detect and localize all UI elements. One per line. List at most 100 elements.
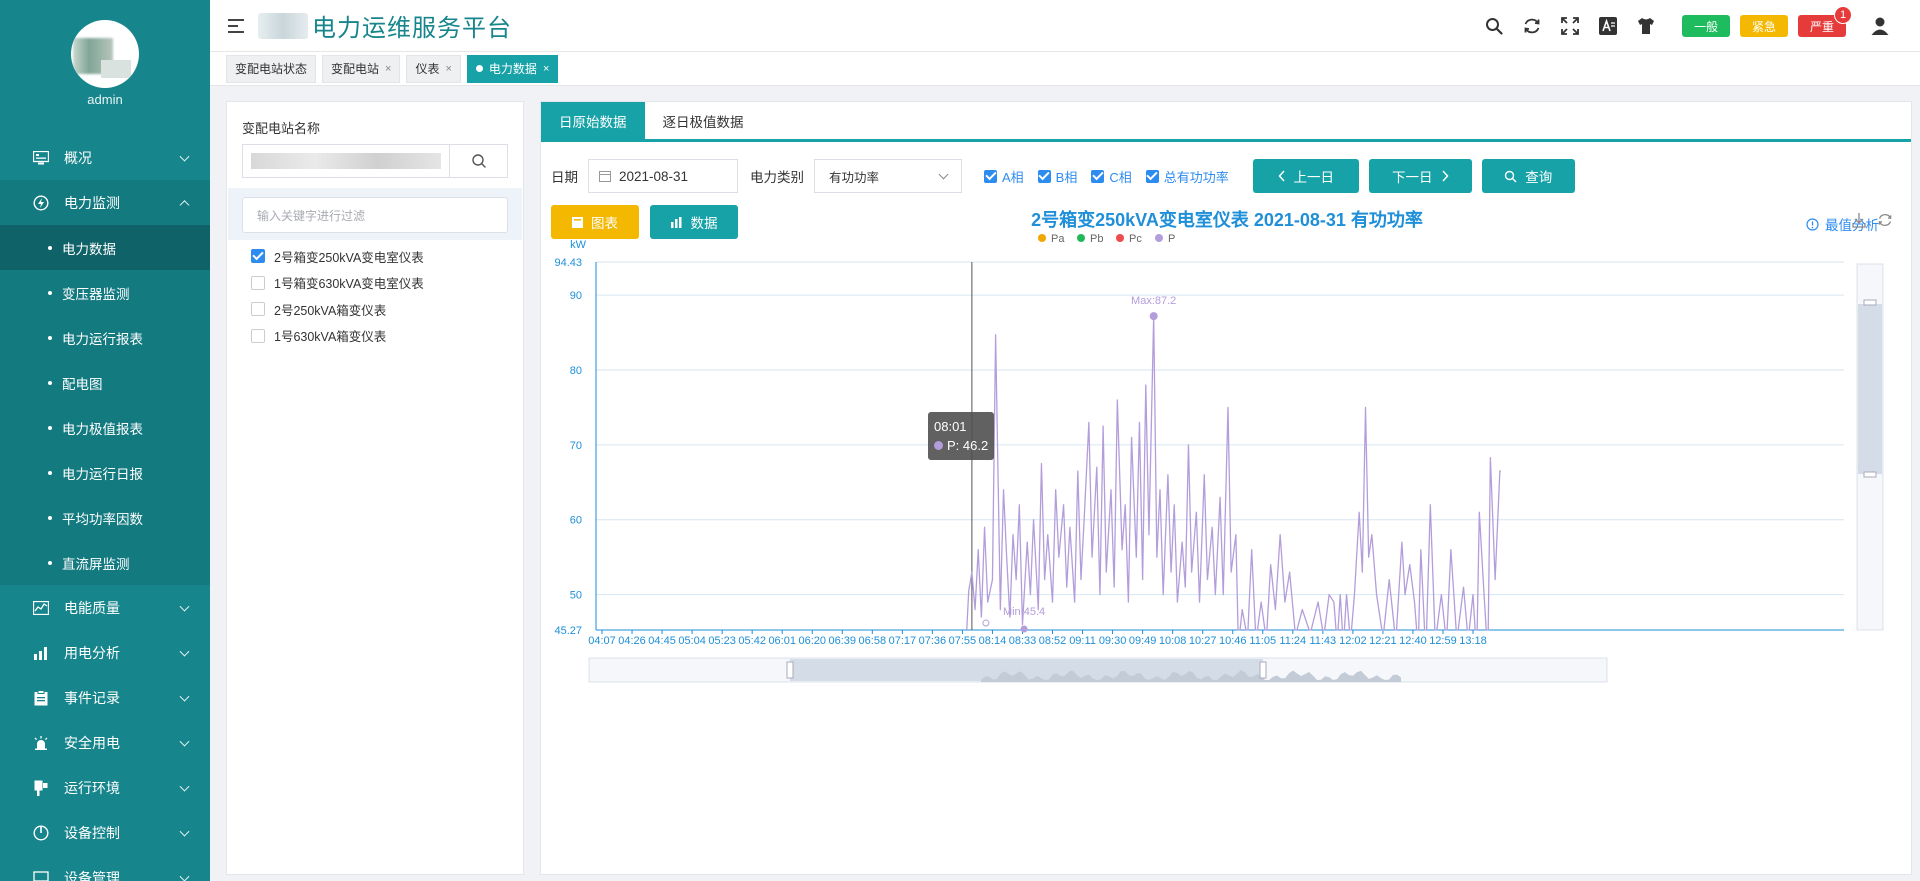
meter-item[interactable]: 2号250kVA箱变仪表 [251, 296, 424, 323]
chevron-up-icon [179, 199, 190, 210]
power-type-select[interactable]: 有功功率 [814, 159, 962, 193]
y-tick-label: 45.27 [554, 625, 582, 637]
query-label: 查询 [1525, 170, 1553, 185]
sidebar-item-3[interactable]: 用电分析 [0, 630, 210, 675]
meter-checkbox[interactable] [251, 302, 265, 317]
close-icon[interactable]: × [385, 63, 391, 75]
sidebar-item-label: 安全用电 [64, 734, 120, 751]
sidebar-item-0[interactable]: 概况 [0, 135, 210, 180]
power-type-label: 电力类别 [750, 170, 804, 185]
sidebar-item-2[interactable]: 电能质量 [0, 585, 210, 630]
page-tab-3[interactable]: 电力数据 × [466, 54, 559, 83]
phase-checkbox-2[interactable]: C相 [1091, 167, 1132, 186]
meter-checkbox[interactable] [251, 275, 265, 290]
checkbox[interactable] [1037, 169, 1051, 183]
meter-item[interactable]: 1号630kVA箱变仪表 [251, 323, 424, 350]
user-icon[interactable] [1868, 14, 1892, 38]
alert-level-button-2[interactable]: 严重 1 [1797, 6, 1852, 37]
sidebar-subitem-1-7[interactable]: 直流屏监测 [0, 540, 210, 585]
chart-canvas[interactable]: Pa Pb Pc PkW94.43908070605045.2704:07 04:26 0… [541, 202, 1913, 802]
query-button[interactable]: 查询 [1481, 159, 1575, 193]
chevron-down-icon [179, 691, 190, 702]
sidebar-subitem-1-4[interactable]: 电力极值报表 [0, 405, 210, 450]
environment-icon [32, 780, 50, 796]
data-tab-0[interactable]: 日原始数据 [541, 102, 645, 139]
station-panel: 变配电站名称 输入关键字进行过滤 2号箱变250kVA变电室仪表 1号箱变630… [226, 101, 524, 875]
sidebar-subitem-1-6[interactable]: 平均功率因数 [0, 495, 210, 540]
hover-point [982, 619, 990, 627]
menu-toggle-icon[interactable] [228, 18, 244, 33]
phase-checkbox-1[interactable]: B相 [1037, 167, 1077, 186]
legend-Pc-marker [1116, 234, 1124, 242]
font-size-icon[interactable] [1596, 14, 1620, 38]
filter-container: 输入关键字进行过滤 [228, 188, 522, 240]
sidebar-subitem-1-3[interactable]: 配电图 [0, 360, 210, 405]
sidebar-item-5[interactable]: 安全用电 [0, 720, 210, 765]
alert-level-label: 严重 [1809, 19, 1834, 34]
sidebar-subitem-label: 变压器监测 [62, 286, 130, 302]
meter-item[interactable]: 2号箱变250kVA变电室仪表 [251, 243, 424, 270]
header-actions: 一般 紧急 严重 1 [1482, 0, 1892, 52]
phase-checkbox-label: A相 [1002, 169, 1024, 185]
power-icon [32, 194, 50, 211]
sidebar-subitem-label: 电力运行报表 [62, 331, 143, 347]
next-day-label: 下一日 [1392, 170, 1433, 185]
meter-checkbox[interactable] [251, 328, 265, 343]
station-panel-title: 变配电站名称 [242, 121, 321, 136]
sidebar-subitem-1-1[interactable]: 变压器监测 [0, 270, 210, 315]
phase-checkbox-3[interactable]: 总有功功率 [1145, 167, 1229, 186]
bullet-icon [48, 245, 52, 250]
avatar[interactable] [71, 20, 139, 88]
sidebar-item-8[interactable]: 设备管理 [0, 855, 210, 881]
checkbox[interactable] [1145, 169, 1159, 183]
x-zoom-handle-left [786, 661, 794, 679]
station-name-input[interactable] [243, 145, 449, 177]
station-search-button[interactable] [449, 145, 507, 177]
prev-day-button[interactable]: 上一日 [1252, 159, 1359, 193]
analysis-icon [32, 645, 50, 661]
x-tick-label: 05:42 [738, 635, 766, 647]
calendar-icon [599, 171, 611, 182]
refresh-icon[interactable] [1520, 14, 1544, 38]
chevron-left-icon [1277, 170, 1285, 182]
close-icon[interactable]: × [543, 63, 549, 75]
search-icon[interactable] [1482, 14, 1506, 38]
phase-checkbox-0[interactable]: A相 [984, 167, 1024, 186]
data-tab-1[interactable]: 逐日极值数据 [645, 102, 762, 139]
next-day-button[interactable]: 下一日 [1368, 159, 1472, 193]
meter-filter-input[interactable]: 输入关键字进行过滤 [242, 197, 508, 233]
sidebar-subitem-label: 电力数据 [62, 241, 116, 257]
sidebar-subitem-label: 电力极值报表 [62, 421, 143, 437]
meter-item[interactable]: 1号箱变630kVA变电室仪表 [251, 270, 424, 297]
x-tick-label: 06:01 [768, 635, 796, 647]
alert-level-button-0[interactable]: 一般 [1681, 15, 1730, 37]
sidebar-subitem-1-0[interactable]: 电力数据 [0, 225, 210, 270]
page-tab-0[interactable]: 变配电站状态 [226, 54, 317, 83]
page-tab-label: 变配电站状态 [235, 62, 308, 76]
page-tab-2[interactable]: 仪表 × [406, 54, 461, 83]
x-tick-label: 11:24 [1279, 635, 1306, 647]
phase-checkbox-label: C相 [1109, 169, 1132, 185]
sidebar-item-1[interactable]: 电力监测 [0, 180, 210, 225]
sidebar-item-4[interactable]: 事件记录 [0, 675, 210, 720]
checkbox[interactable] [984, 169, 997, 183]
close-icon[interactable]: × [445, 63, 451, 75]
sidebar-item-label: 设备控制 [64, 824, 120, 841]
x-tick-label: 04:26 [618, 635, 646, 647]
checkbox[interactable] [1091, 169, 1105, 183]
quality-icon [32, 600, 50, 616]
sidebar-item-7[interactable]: 设备控制 [0, 810, 210, 855]
sidebar-subitem-1-5[interactable]: 电力运行日报 [0, 450, 210, 495]
date-picker[interactable]: 2021-08-31 [588, 159, 738, 193]
meter-checkbox[interactable] [251, 249, 265, 264]
sidebar-item-6[interactable]: 运行环境 [0, 765, 210, 810]
sidebar-nav: 概况 电力监测 电力数据 变压器监测 电力运行报表 配电图 电力极值报表 电力运… [0, 135, 210, 881]
theme-shirt-icon[interactable] [1634, 14, 1658, 38]
main-panel: 日原始数据 逐日极值数据 日期 2021-08-31 电力类别 有功功率 A相 B… [540, 101, 1912, 875]
station-search [242, 144, 508, 178]
sidebar-subitem-1-2[interactable]: 电力运行报表 [0, 315, 210, 360]
page-tab-1[interactable]: 变配电站 × [322, 54, 401, 83]
fullscreen-icon[interactable] [1558, 14, 1582, 38]
x-tick-label: 04:07 [588, 635, 616, 647]
alert-level-button-1[interactable]: 紧急 [1739, 15, 1788, 37]
